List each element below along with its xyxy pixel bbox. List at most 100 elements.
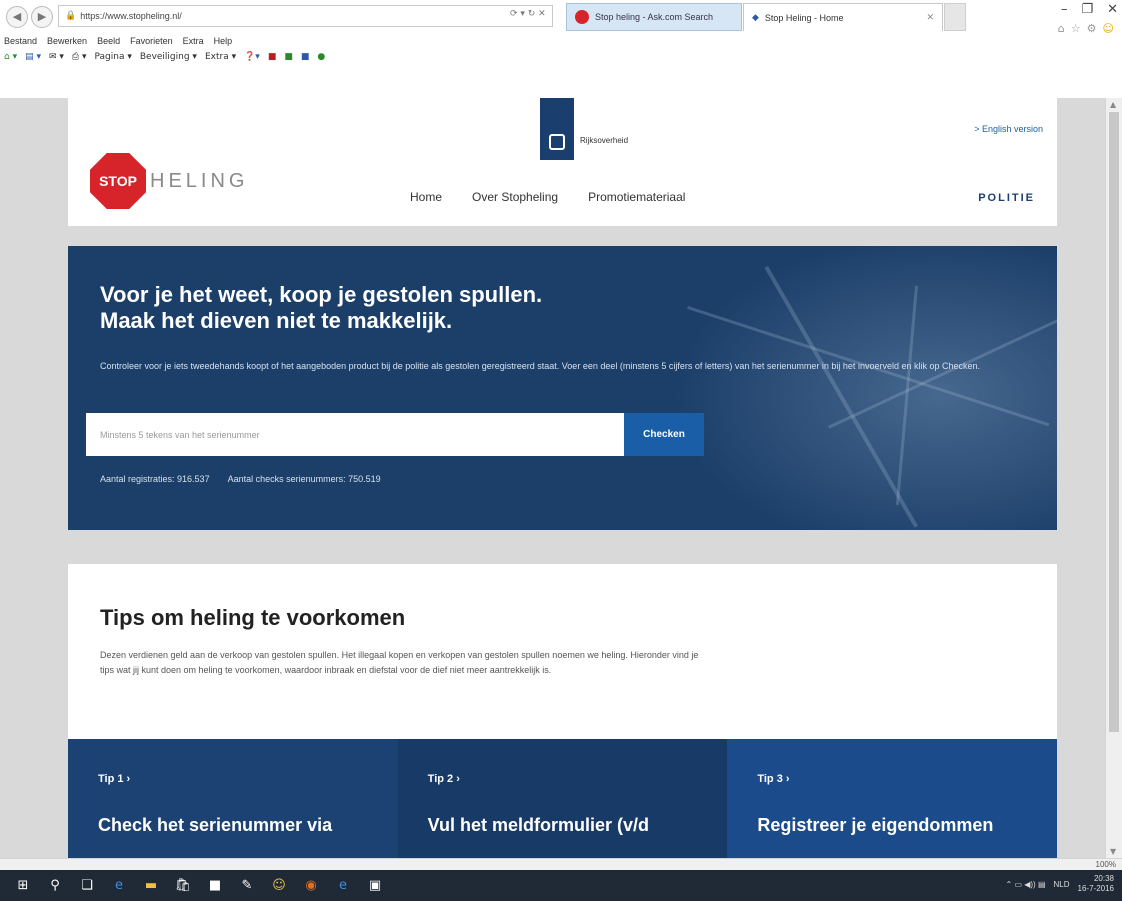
english-version-link[interactable]: > English version xyxy=(974,124,1043,134)
window-controls: – ❐ ✕ xyxy=(1061,2,1118,17)
stop-favicon-icon xyxy=(575,10,589,24)
toolbar-right-icons: ⌂ ☆ ⚙ ☺ xyxy=(1058,22,1114,35)
site-logo[interactable]: STOP HELING xyxy=(90,153,248,209)
close-tab-icon[interactable]: ✕ xyxy=(926,13,934,23)
stat-checks: Aantal checks serienummers: 750.519 xyxy=(227,474,381,484)
command-bar: ⌂ ▾ ▤ ▾ ✉ ▾ ⎙ ▾ Pagina ▾ Beveiliging ▾ E… xyxy=(4,52,325,62)
stats-row: Aantal registraties: 916.537 Aantal chec… xyxy=(100,474,381,484)
menu-item-view[interactable]: Beeld xyxy=(97,36,120,46)
rijksoverheid-text: Rijksoverheid xyxy=(580,136,629,145)
tip-label: Tip 3 › xyxy=(757,773,790,785)
logo-sign-text: STOP xyxy=(99,173,137,189)
smiley-icon[interactable]: ☺ xyxy=(1103,22,1114,35)
nav-item-promotiemateriaal[interactable]: Promotiemateriaal xyxy=(588,190,685,204)
firefox-icon[interactable]: ◉ xyxy=(300,876,322,896)
stop-sign-icon: STOP xyxy=(90,153,146,209)
system-tray: ⌃ ▭ ◀)) ▤ NLD 20:38 16-7-2016 xyxy=(1006,874,1114,894)
check-button[interactable]: Checken xyxy=(624,413,704,456)
menu-item-favorites[interactable]: Favorieten xyxy=(130,36,173,46)
hero-title: Voor je het weet, koop je gestolen spull… xyxy=(100,282,542,334)
tip-label: Tip 2 › xyxy=(427,773,460,785)
minimize-icon[interactable]: – xyxy=(1061,2,1068,17)
hero-banner: Voor je het weet, koop je gestolen spull… xyxy=(68,246,1057,530)
site-header: STOP HELING Rijksoverheid Home Over Stop… xyxy=(68,98,1057,226)
maximize-icon[interactable]: ❐ xyxy=(1081,2,1093,17)
menu-item-tools[interactable]: Extra xyxy=(183,36,204,46)
media-icon[interactable]: ■ xyxy=(204,876,226,896)
edge-icon[interactable]: e xyxy=(108,876,130,896)
back-button[interactable]: ◀ xyxy=(6,6,28,28)
menu-item-edit[interactable]: Bewerken xyxy=(47,36,87,46)
tip-title: Registreer je eigendommen xyxy=(757,815,994,835)
menu-bar: Bestand Bewerken Beeld Favorieten Extra … xyxy=(4,36,232,46)
file-explorer-icon[interactable]: ▬ xyxy=(140,876,162,896)
politie-logo[interactable]: POLITIE xyxy=(978,192,1035,204)
hero-title-line2: Maak het dieven niet te makkelijk. xyxy=(100,308,453,333)
main-nav: Home Over Stopheling Promotiemateriaal xyxy=(410,190,685,204)
new-tab-button[interactable] xyxy=(944,3,966,31)
home-icon[interactable]: ⌂ xyxy=(1058,22,1065,35)
addon-icon-3[interactable]: ■ xyxy=(301,52,310,62)
close-window-icon[interactable]: ✕ xyxy=(1107,2,1118,17)
scroll-down-icon[interactable]: ▼ xyxy=(1110,847,1116,856)
windows-start-icon[interactable]: ⊞ xyxy=(12,876,34,896)
addon-icon-2[interactable]: ■ xyxy=(284,52,293,62)
scroll-up-icon[interactable]: ▲ xyxy=(1110,100,1116,109)
forward-button[interactable]: ▶ xyxy=(31,6,53,28)
tip-title: Vul het meldformulier (v/d xyxy=(427,815,650,835)
tray-language[interactable]: NLD xyxy=(1054,880,1070,889)
tip-card-3[interactable]: Tip 3 › Registreer je eigendommen xyxy=(727,739,1058,858)
hero-subtitle: Controleer voor je iets tweedehands koop… xyxy=(100,361,981,371)
search-icon[interactable]: ⚲ xyxy=(44,876,66,896)
menu-item-file[interactable]: Bestand xyxy=(4,36,37,46)
tip-card-1[interactable]: Tip 1 › Check het serienummer via xyxy=(68,739,398,858)
tab-label: Stop heling - Ask.com Search xyxy=(595,12,714,22)
clock[interactable]: 20:38 16-7-2016 xyxy=(1078,874,1114,894)
tips-intro: Dezen verdienen geld aan de verkoop van … xyxy=(100,650,699,675)
tab-label: Stop Heling - Home xyxy=(764,12,844,23)
tips-heading: Tips om heling te voorkomen xyxy=(100,605,406,630)
tip-card-2[interactable]: Tip 2 › Vul het meldformulier (v/d xyxy=(397,739,728,858)
tab-ask-search[interactable]: Stop heling - Ask.com Search xyxy=(566,3,742,31)
refresh-icon[interactable]: ⟳ ▾ ↻ ✕ xyxy=(510,9,546,19)
paint-icon[interactable]: ✎ xyxy=(236,876,258,896)
home-page-icon[interactable]: ⌂ ▾ xyxy=(4,52,17,62)
browser-nav-row: ◀ ▶ 🔒 https://www.stopheling.nl/ ⟳ ▾ ↻ ✕… xyxy=(0,0,1122,35)
logo-text: HELING xyxy=(150,169,249,192)
page-favicon-icon: ◆ xyxy=(752,12,759,23)
nav-item-over-stopheling[interactable]: Over Stopheling xyxy=(472,190,558,204)
internet-explorer-icon[interactable]: e xyxy=(332,876,354,896)
address-bar[interactable]: 🔒 https://www.stopheling.nl/ xyxy=(58,5,553,27)
address-text: https://www.stopheling.nl/ xyxy=(80,11,182,21)
nav-item-home[interactable]: Home xyxy=(410,190,442,204)
page-viewport: STOP HELING Rijksoverheid Home Over Stop… xyxy=(0,98,1122,858)
serial-number-input[interactable]: Minstens 5 tekens van het serienummer xyxy=(86,413,624,456)
windows-taskbar: ⊞ ⚲ ❏ e ▬ 🛍 ■ ✎ ☺ ◉ e ▣ ⌃ ▭ ◀)) ▤ NLD 20… xyxy=(0,870,1122,901)
addon-icon-1[interactable]: ■ xyxy=(268,52,277,62)
tip-title: Check het serienummer via xyxy=(98,815,333,835)
page-scrollbar[interactable]: ▲ ▼ xyxy=(1105,98,1122,858)
tray-icons[interactable]: ⌃ ▭ ◀)) ▤ xyxy=(1006,880,1046,889)
command-security[interactable]: Beveiliging ▾ xyxy=(140,52,197,62)
menu-item-help[interactable]: Help xyxy=(214,36,233,46)
task-view-icon[interactable]: ❏ xyxy=(76,876,98,896)
scrollbar-thumb[interactable] xyxy=(1109,112,1119,732)
settings-gear-icon[interactable]: ⚙ xyxy=(1087,22,1097,35)
app-icon[interactable]: ▣ xyxy=(364,876,386,896)
mail-icon[interactable]: ✉ ▾ xyxy=(49,52,64,62)
tab-stop-heling-home[interactable]: ◆ Stop Heling - Home ✕ xyxy=(743,3,943,31)
tip-label: Tip 1 › xyxy=(98,773,131,785)
command-page[interactable]: Pagina ▾ xyxy=(95,52,132,62)
bicycle-background-image xyxy=(628,246,1057,530)
emoji-app-icon[interactable]: ☺ xyxy=(268,876,290,896)
addon-icon-4[interactable]: ● xyxy=(317,52,325,62)
favorites-star-icon[interactable]: ☆ xyxy=(1071,22,1081,35)
command-tools[interactable]: Extra ▾ xyxy=(205,52,236,62)
store-icon[interactable]: 🛍 xyxy=(172,876,194,896)
print-icon[interactable]: ⎙ ▾ xyxy=(72,52,87,62)
crest-icon xyxy=(549,134,565,150)
help-icon[interactable]: ❓▾ xyxy=(244,52,260,62)
feeds-icon[interactable]: ▤ ▾ xyxy=(25,52,41,62)
clock-date: 16-7-2016 xyxy=(1077,884,1114,893)
stat-registrations: Aantal registraties: 916.537 xyxy=(100,474,210,484)
